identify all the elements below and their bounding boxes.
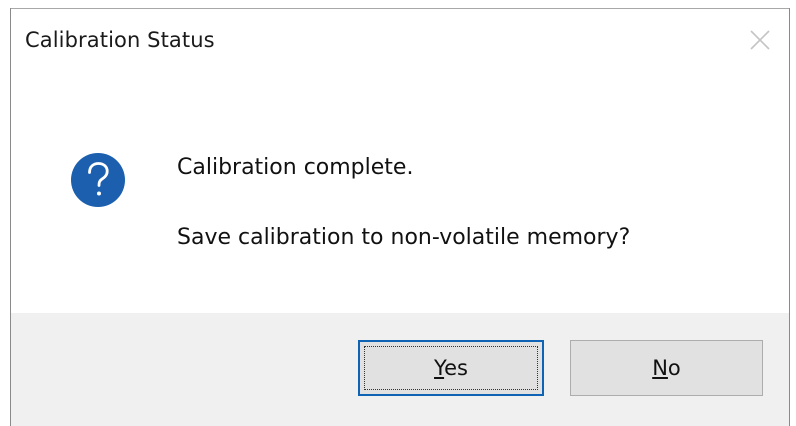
no-button-label: No bbox=[652, 356, 681, 380]
dialog-window: Calibration Status Calibration complete.… bbox=[0, 0, 796, 426]
window-border-right bbox=[789, 8, 790, 426]
message-line-2: Save calibration to non-volatile memory? bbox=[177, 225, 631, 250]
no-button[interactable]: No bbox=[570, 340, 763, 396]
close-button[interactable] bbox=[742, 22, 778, 58]
question-icon bbox=[71, 153, 125, 207]
yes-mnemonic: Y bbox=[434, 356, 445, 380]
yes-button-label: Yes bbox=[434, 356, 468, 380]
close-icon bbox=[750, 30, 770, 50]
dialog-content bbox=[11, 85, 789, 313]
dialog-title: Calibration Status bbox=[25, 28, 215, 52]
no-label-rest: o bbox=[667, 356, 681, 380]
yes-button[interactable]: Yes bbox=[358, 340, 544, 396]
no-mnemonic: N bbox=[652, 356, 668, 380]
yes-label-rest: es bbox=[444, 356, 468, 380]
message-line-1: Calibration complete. bbox=[177, 155, 414, 180]
